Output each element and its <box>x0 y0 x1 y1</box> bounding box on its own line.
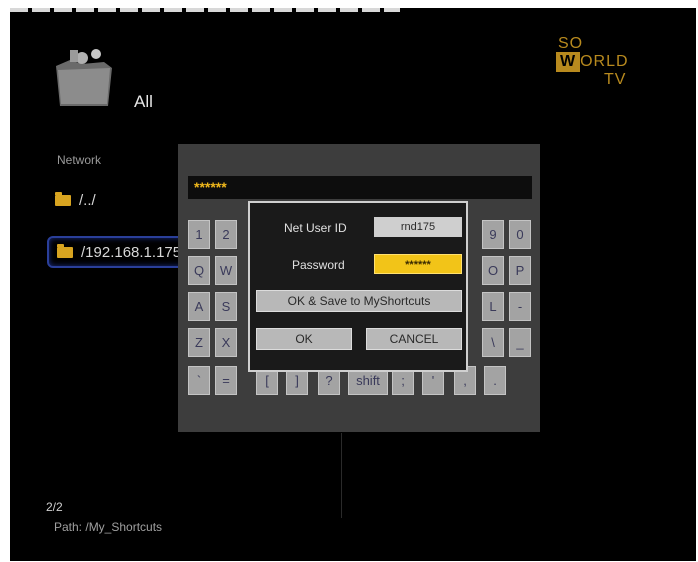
net-login-dialog: Net User ID rnd175 Password ****** OK & … <box>248 201 468 372</box>
list-item-label: /192.168.1.175:n <box>81 243 194 261</box>
media-folder-icon <box>56 49 112 106</box>
current-folder-label: All <box>134 92 153 111</box>
password-field[interactable]: ****** <box>374 254 462 274</box>
user-id-label: Net User ID <box>284 221 347 235</box>
password-label: Password <box>292 258 345 272</box>
list-item-parent-folder[interactable]: /../ <box>55 192 96 209</box>
key[interactable]: X <box>215 328 237 357</box>
key[interactable]: . <box>484 366 506 395</box>
key[interactable]: S <box>215 292 237 321</box>
key[interactable]: Z <box>188 328 210 357</box>
key[interactable]: 1 <box>188 220 210 249</box>
key[interactable]: P <box>509 256 531 285</box>
path-label: Path: /My_Shortcuts <box>54 520 163 534</box>
soworld-tv-logo: SO W ORLD TV <box>556 35 629 88</box>
folder-icon <box>55 192 71 206</box>
cancel-button[interactable]: CANCEL <box>366 328 462 350</box>
ok-save-shortcuts-button[interactable]: OK & Save to MyShortcuts <box>256 290 462 312</box>
divider <box>341 433 342 518</box>
key[interactable]: - <box>509 292 531 321</box>
list-item-label: /../ <box>79 192 96 209</box>
key[interactable]: 0 <box>509 220 531 249</box>
network-section-label: Network <box>57 153 102 167</box>
key[interactable]: W <box>215 256 237 285</box>
ok-button[interactable]: OK <box>256 328 352 350</box>
key[interactable]: ` <box>188 366 210 395</box>
key[interactable]: _ <box>509 328 531 357</box>
key[interactable]: \ <box>482 328 504 357</box>
key[interactable]: Q <box>188 256 210 285</box>
tv-screen: All SO W ORLD TV Network /../ /192.168.1.… <box>10 8 696 561</box>
key[interactable]: 2 <box>215 220 237 249</box>
folder-icon <box>57 243 73 258</box>
user-id-field[interactable]: rnd175 <box>374 217 462 237</box>
page-count: 2/2 <box>46 500 63 514</box>
key[interactable]: 9 <box>482 220 504 249</box>
top-bar <box>10 8 400 12</box>
key[interactable]: = <box>215 366 237 395</box>
key[interactable]: O <box>482 256 504 285</box>
password-entry-field[interactable]: ****** <box>188 176 532 199</box>
key[interactable]: L <box>482 292 504 321</box>
key[interactable]: A <box>188 292 210 321</box>
